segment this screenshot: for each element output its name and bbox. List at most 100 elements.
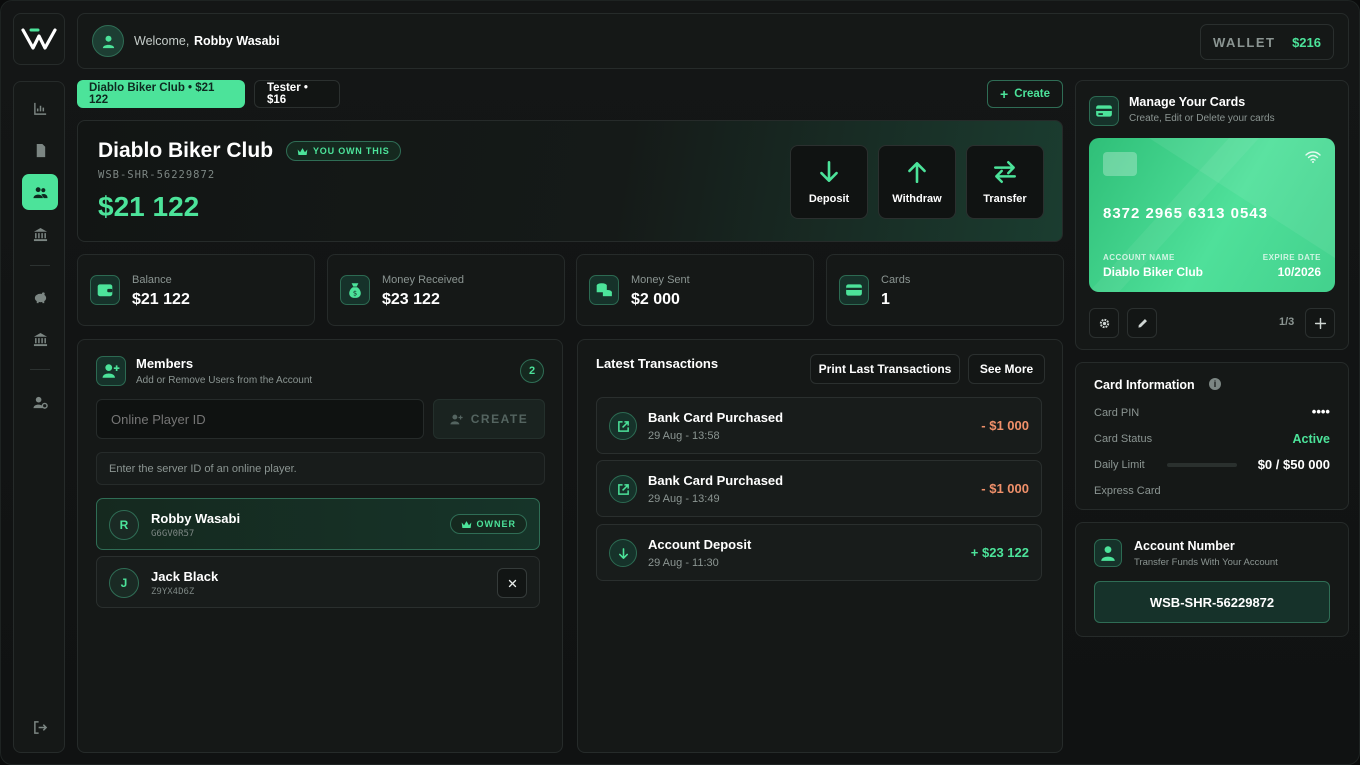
- arrow-down-icon: [820, 160, 838, 182]
- transaction-row[interactable]: Bank Card Purchased 29 Aug - 13:49 - $1 …: [596, 460, 1042, 517]
- player-id-input[interactable]: [96, 399, 424, 439]
- sidebar: [13, 81, 65, 753]
- member-avatar: R: [109, 510, 139, 540]
- welcome-text: Welcome,: [134, 34, 190, 48]
- crown-icon: [461, 520, 471, 528]
- tab-diablo-biker-club[interactable]: Diablo Biker Club • $21 122: [77, 80, 245, 108]
- card-pin-row: Card PIN ••••: [1094, 404, 1330, 419]
- daily-limit-label: Daily Limit: [1094, 459, 1145, 471]
- sidebar-item-bank-2[interactable]: [22, 321, 58, 357]
- card-expire-label: EXPIRE DATE: [1262, 253, 1321, 262]
- account-code: WSB-SHR-56229872: [98, 169, 216, 181]
- deposit-button[interactable]: Deposit: [790, 145, 868, 219]
- chart-icon: [33, 102, 46, 115]
- sidebar-divider: [30, 265, 50, 266]
- sidebar-item-user-settings[interactable]: [22, 384, 58, 420]
- info-icon[interactable]: i: [1209, 378, 1221, 390]
- card-settings-button[interactable]: [1089, 308, 1119, 338]
- card-chip: [1103, 152, 1137, 176]
- user-avatar[interactable]: [92, 25, 124, 57]
- stat-label: Money Sent: [631, 274, 690, 286]
- express-card-row: Express Card: [1094, 485, 1330, 497]
- member-avatar: J: [109, 568, 139, 598]
- card-account-name-label: ACCOUNT NAME: [1103, 253, 1175, 262]
- card-icon: [1089, 96, 1119, 126]
- transaction-row[interactable]: Account Deposit 29 Aug - 11:30 + $23 122: [596, 524, 1042, 581]
- sidebar-item-savings[interactable]: [22, 279, 58, 315]
- sidebar-item-statistics[interactable]: [22, 90, 58, 126]
- app-window: Welcome, Robby Wasabi WALLET $216 Diablo…: [0, 0, 1360, 765]
- sidebar-item-logout[interactable]: [22, 709, 58, 745]
- card-expire-date: 10/2026: [1277, 265, 1321, 279]
- see-more-button[interactable]: See More: [968, 354, 1045, 384]
- add-card-button[interactable]: [1305, 308, 1335, 338]
- sidebar-item-bank[interactable]: [22, 216, 58, 252]
- bank-card[interactable]: 8372 2965 6313 0543 ACCOUNT NAME Diablo …: [1089, 138, 1335, 292]
- member-row[interactable]: J Jack Black Z9YX4D6Z: [96, 556, 540, 608]
- bank-icon: [33, 332, 47, 346]
- account-number-subtitle: Transfer Funds With Your Account: [1134, 557, 1278, 568]
- pencil-icon: [1137, 318, 1147, 328]
- tab-tester[interactable]: Tester • $16: [254, 80, 340, 108]
- card-icon: [839, 275, 869, 305]
- account-title: Diablo Biker Club: [98, 139, 274, 162]
- arrow-down-icon: [609, 539, 637, 567]
- transaction-date: 29 Aug - 13:49: [648, 493, 720, 505]
- ownership-badge: YOU OWN THIS: [286, 141, 401, 161]
- members-title: Members: [136, 356, 194, 371]
- member-name: Robby Wasabi: [151, 511, 241, 526]
- top-bar: Welcome, Robby Wasabi WALLET $216: [77, 13, 1349, 69]
- member-name: Jack Black: [151, 569, 219, 584]
- wallet-label: WALLET: [1213, 34, 1276, 50]
- stat-value: $2 000: [631, 291, 680, 308]
- transfer-icon: [994, 161, 1016, 183]
- close-icon: [508, 579, 516, 587]
- card-pin-value: ••••: [1311, 404, 1330, 419]
- sidebar-item-documents[interactable]: [22, 132, 58, 168]
- member-hint: Enter the server ID of an online player.: [96, 452, 545, 485]
- card-edit-button[interactable]: [1127, 308, 1157, 338]
- stat-card-money-sent: Money Sent $2 000: [576, 254, 814, 326]
- card-status-value: Active: [1292, 432, 1330, 446]
- members-panel: Members Add or Remove Users from the Acc…: [77, 339, 563, 753]
- stat-card-cards: Cards 1: [826, 254, 1064, 326]
- stat-card-money-received: $ Money Received $23 122: [327, 254, 565, 326]
- card-status-row: Card Status Active: [1094, 432, 1330, 446]
- money-bag-icon: $: [340, 275, 370, 305]
- transaction-date: 29 Aug - 13:58: [648, 430, 720, 442]
- sidebar-item-shared-accounts[interactable]: [22, 174, 58, 210]
- piggy-bank-icon: [34, 291, 46, 303]
- transaction-row[interactable]: Bank Card Purchased 29 Aug - 13:58 - $1 …: [596, 397, 1042, 454]
- create-member-button[interactable]: CREATE: [433, 399, 545, 439]
- print-transactions-button[interactable]: Print Last Transactions: [810, 354, 960, 384]
- bank-icon: [33, 227, 47, 241]
- logout-icon: [33, 720, 47, 734]
- transaction-title: Bank Card Purchased: [648, 473, 784, 488]
- create-account-button[interactable]: + Create: [987, 80, 1063, 108]
- transfer-button[interactable]: Transfer: [966, 145, 1044, 219]
- member-row[interactable]: R Robby Wasabi G6GV0R57 OWNER: [96, 498, 540, 550]
- user-settings-icon: [32, 396, 48, 409]
- coins-icon: [589, 275, 619, 305]
- card-info-title: Card Information: [1094, 378, 1195, 392]
- transaction-amount: + $23 122: [970, 545, 1029, 560]
- crown-icon: [297, 147, 308, 155]
- members-count-badge: 2: [520, 359, 544, 383]
- plus-icon: [1314, 317, 1326, 329]
- owner-badge-label: OWNER: [476, 519, 516, 529]
- ownership-badge-label: YOU OWN THIS: [313, 146, 390, 156]
- external-link-icon: [609, 475, 637, 503]
- account-hero: Diablo Biker Club YOU OWN THIS WSB-SHR-5…: [77, 120, 1063, 242]
- plus-icon: +: [1000, 86, 1009, 102]
- user-name: Robby Wasabi: [194, 34, 280, 48]
- account-balance: $21 122: [98, 191, 200, 222]
- user-icon: [1094, 539, 1122, 567]
- withdraw-button[interactable]: Withdraw: [878, 145, 956, 219]
- add-user-icon: [450, 414, 463, 424]
- daily-limit-row: Daily Limit $0 / $50 000: [1094, 457, 1330, 472]
- card-info-panel: Card Information i Card PIN •••• Card St…: [1075, 362, 1349, 510]
- stat-value: $23 122: [382, 291, 440, 308]
- remove-member-button[interactable]: [497, 568, 527, 598]
- account-number-copy-button[interactable]: WSB-SHR-56229872: [1094, 581, 1330, 623]
- transaction-amount: - $1 000: [981, 481, 1029, 496]
